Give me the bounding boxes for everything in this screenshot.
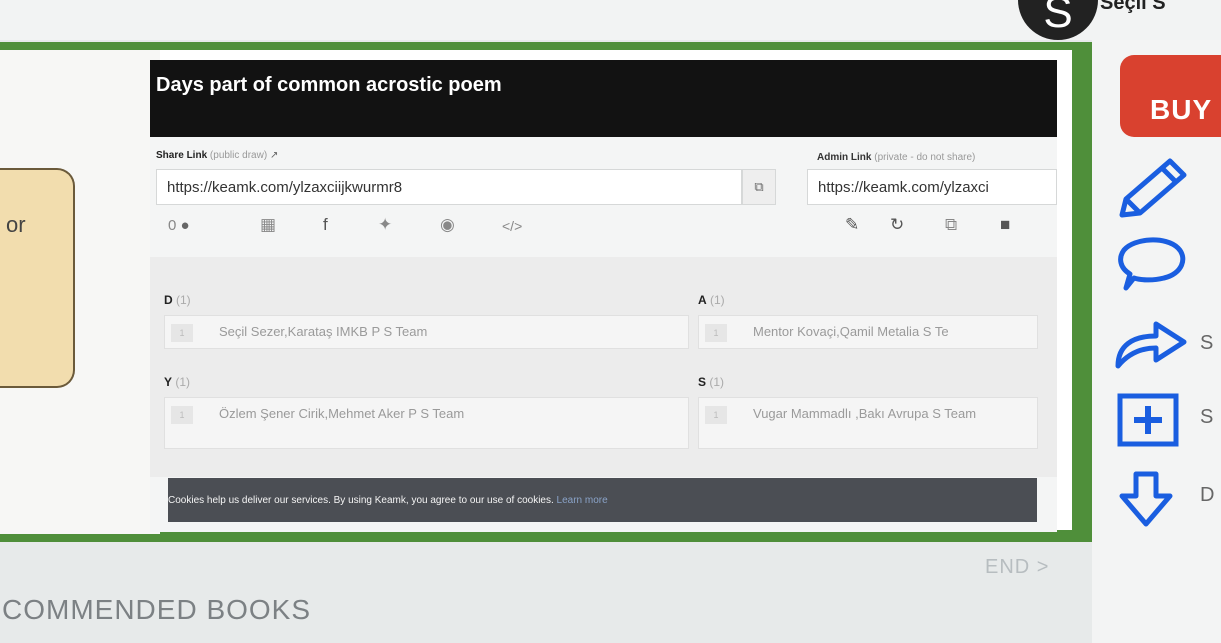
dialog-header: Days part of common acrostic poem xyxy=(150,60,1057,137)
plus-box-icon[interactable] xyxy=(1112,390,1192,455)
poem-dialog: Days part of common acrostic poem Share … xyxy=(150,60,1057,532)
entry-number: 1 xyxy=(171,324,193,342)
external-link-icon[interactable]: ↗ xyxy=(270,150,278,161)
letter-entry-s[interactable]: 1 Vugar Mammadlı ,Bakı Avrupa S Team xyxy=(698,397,1038,449)
admin-link-input[interactable] xyxy=(807,169,1057,205)
entry-number: 1 xyxy=(705,324,727,342)
admin-link-label: Admin Link (private - do not share) xyxy=(817,152,975,163)
scroll-text: or xyxy=(6,212,26,237)
entry-text: Vugar Mammadlı ,Bakı Avrupa S Team xyxy=(753,406,977,421)
comments-button[interactable]: 0 ● xyxy=(168,217,190,234)
letter-entry-y[interactable]: 1 Özlem Şener Cirik,Mehmet Aker P S Team xyxy=(164,397,689,449)
speech-bubble-icon: ● xyxy=(180,217,190,234)
download-arrow-icon[interactable] xyxy=(1112,470,1192,535)
username[interactable]: Seçil S xyxy=(1100,0,1166,15)
share-link-label: Share Link (public draw) ↗ xyxy=(156,150,278,161)
share-link-hint: (public draw) xyxy=(209,150,268,161)
comment-count: 0 xyxy=(168,217,177,234)
admin-link-hint: (private - do not share) xyxy=(874,152,976,163)
copy-icon: ⧉ xyxy=(754,179,764,194)
pencil-icon[interactable] xyxy=(1112,155,1192,230)
reddit-icon[interactable]: ◉ xyxy=(440,215,455,235)
entry-number: 1 xyxy=(171,406,193,424)
edit-pencil-icon[interactable]: ✎ xyxy=(845,215,859,235)
end-link[interactable]: END > xyxy=(985,556,1049,579)
letter-entry-a[interactable]: 1 Mentor Kovaçi,Qamil Metalia S Te xyxy=(698,315,1038,349)
buy-button[interactable]: BUY xyxy=(1120,55,1221,137)
export-excel-icon[interactable]: ▦ xyxy=(260,215,276,235)
letter-entry-d[interactable]: 1 Seçil Sezer,Karataş IMKB P S Team xyxy=(164,315,689,349)
letter-heading-y: Y (1) xyxy=(164,375,191,389)
facebook-icon[interactable]: f xyxy=(323,215,328,235)
comment-icon[interactable] xyxy=(1112,236,1192,301)
save-label[interactable]: S xyxy=(1200,406,1213,429)
entry-text: Mentor Kovaçi,Qamil Metalia S Te xyxy=(753,324,949,339)
learn-more-link[interactable]: Learn more xyxy=(557,495,608,506)
cookie-banner: Cookies help us deliver our services. By… xyxy=(168,478,1037,522)
share-link-title: Share Link xyxy=(156,150,208,161)
delete-icon[interactable]: ■ xyxy=(1000,215,1010,235)
entry-text: Özlem Şener Cirik,Mehmet Aker P S Team xyxy=(219,406,465,421)
dialog-title: Days part of common acrostic poem xyxy=(156,74,502,96)
entry-text: Seçil Sezer,Karataş IMKB P S Team xyxy=(219,324,428,339)
recommended-books-heading: COMMENDED BOOKS xyxy=(2,594,312,625)
letter-heading-a: A (1) xyxy=(698,293,725,307)
download-label[interactable]: D xyxy=(1200,484,1214,507)
duplicate-icon[interactable]: ⧉ xyxy=(945,215,957,235)
cookie-text: Cookies help us deliver our services. By… xyxy=(168,495,554,506)
poem-letters-area: D (1) 1 Seçil Sezer,Karataş IMKB P S Tea… xyxy=(150,257,1057,477)
twitter-icon[interactable]: ✦ xyxy=(378,215,392,235)
admin-link-title: Admin Link xyxy=(817,152,872,163)
embed-code-icon[interactable]: </> xyxy=(502,218,522,234)
letter-heading-d: D (1) xyxy=(164,293,191,307)
refresh-icon[interactable]: ↻ xyxy=(890,215,904,235)
letter-heading-s: S (1) xyxy=(698,375,725,389)
scroll-illustration xyxy=(0,168,75,388)
entry-number: 1 xyxy=(705,406,727,424)
share-arrow-icon[interactable] xyxy=(1112,310,1192,375)
copy-link-button[interactable]: ⧉ xyxy=(742,169,776,205)
share-link-input[interactable] xyxy=(156,169,742,205)
share-label[interactable]: S xyxy=(1200,332,1213,355)
